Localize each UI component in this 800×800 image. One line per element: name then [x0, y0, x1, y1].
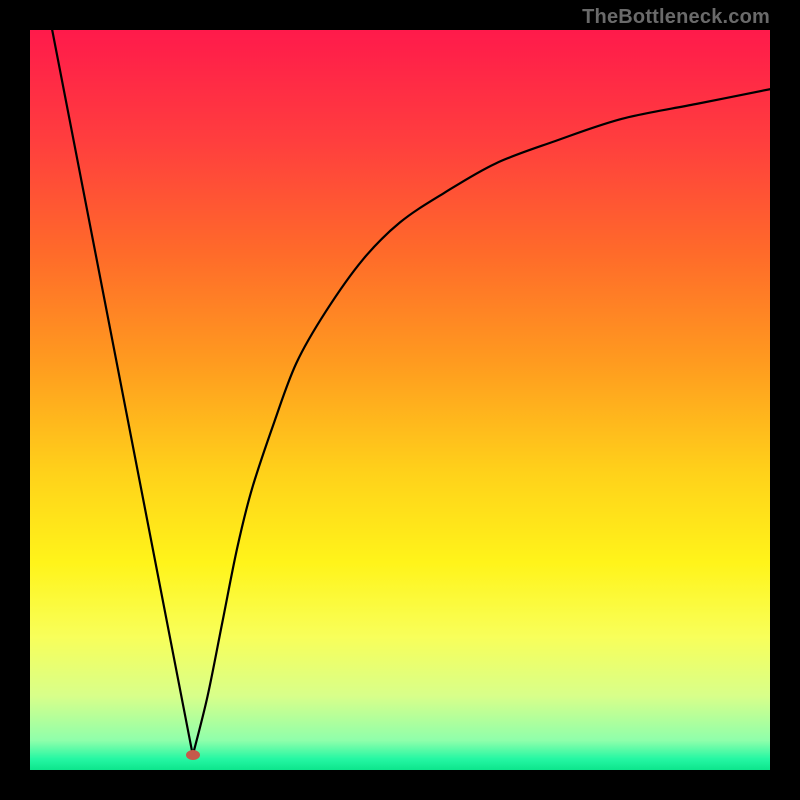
watermark-text: TheBottleneck.com	[582, 6, 770, 29]
curve-layer	[30, 30, 770, 770]
chart-frame: TheBottleneck.com	[0, 0, 800, 800]
curve-left-segment	[52, 30, 193, 755]
optimum-marker	[186, 750, 200, 760]
plot-area	[30, 30, 770, 770]
curve-right-segment	[193, 89, 770, 755]
